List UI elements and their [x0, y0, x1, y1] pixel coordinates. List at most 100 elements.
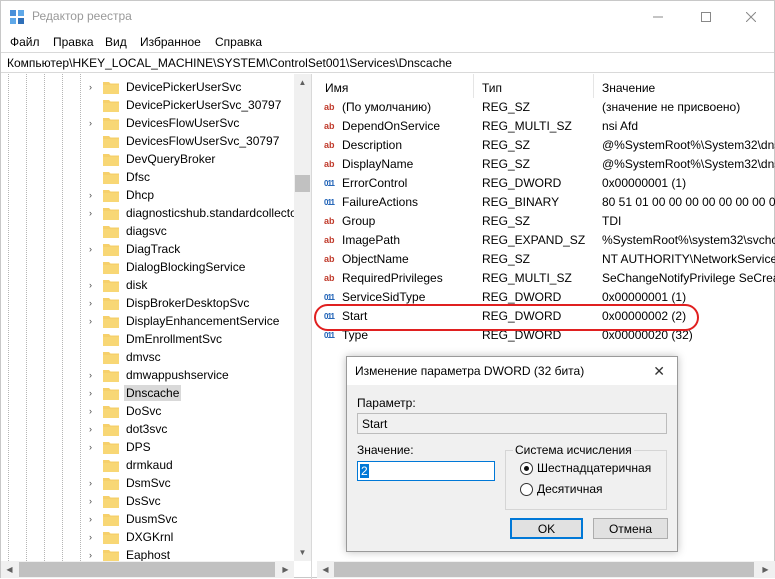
chevron-right-icon[interactable]: › [89, 82, 99, 92]
tree-item[interactable]: › DXGKrnl [89, 528, 175, 546]
column-header-type[interactable]: Тип [474, 74, 594, 98]
chevron-right-icon[interactable]: › [89, 370, 99, 380]
tree-item[interactable]: › dot3svc [89, 420, 169, 438]
ok-button[interactable]: OK [510, 518, 583, 539]
tree-item[interactable]: › DevicePickerUserSvc [89, 78, 243, 96]
tree-item[interactable]: › Dnscache [89, 384, 182, 402]
chevron-right-icon[interactable]: › [89, 478, 99, 488]
minimize-button[interactable] [635, 1, 681, 32]
tree-item[interactable]: dmvsc [89, 348, 163, 366]
chevron-right-icon[interactable]: › [89, 532, 99, 542]
value-row[interactable]: ab RequiredPrivileges REG_MULTI_SZ SeChange… [317, 269, 775, 288]
tree-horizontal-scrollbar[interactable]: ◀ ▶ [1, 561, 294, 578]
scroll-left-icon[interactable]: ◀ [1, 561, 18, 578]
tree-item-label: DevQueryBroker [126, 152, 216, 166]
scroll-up-icon[interactable]: ▲ [294, 74, 311, 91]
scroll-thumb[interactable] [334, 562, 754, 577]
value-input[interactable]: 2 [357, 461, 495, 481]
tree-item[interactable]: › DevicesFlowUserSvc [89, 114, 241, 132]
chevron-right-icon[interactable] [89, 460, 99, 470]
value-row[interactable]: 011 ErrorControl REG_DWORD 0x00000001 (1) [317, 174, 775, 193]
value-row[interactable]: ab Group REG_SZ TDI [317, 212, 775, 231]
menu-favorites[interactable]: Избранное [140, 35, 201, 49]
column-header-name[interactable]: Имя [317, 74, 474, 98]
tree-item[interactable]: diagsvc [89, 222, 169, 240]
value-row[interactable]: ab (По умолчанию) REG_SZ (значение не присв… [317, 98, 775, 117]
tree-item[interactable]: › Dhcp [89, 186, 156, 204]
chevron-right-icon[interactable]: › [89, 208, 99, 218]
chevron-right-icon[interactable] [89, 352, 99, 362]
values-horizontal-scrollbar[interactable]: ◀ ▶ [317, 561, 775, 578]
tree-item[interactable]: › DusmSvc [89, 510, 179, 528]
chevron-right-icon[interactable]: › [89, 550, 99, 560]
menu-help[interactable]: Справка [215, 35, 262, 49]
tree-item[interactable]: DialogBlockingService [89, 258, 247, 276]
chevron-right-icon[interactable]: › [89, 118, 99, 128]
chevron-right-icon[interactable]: › [89, 244, 99, 254]
chevron-right-icon[interactable] [89, 154, 99, 164]
value-row[interactable]: ab DependOnService REG_MULTI_SZ nsi Afd [317, 117, 775, 136]
tree-item[interactable]: › DPS [89, 438, 153, 456]
chevron-right-icon[interactable]: › [89, 442, 99, 452]
tree-item[interactable]: DevQueryBroker [89, 150, 217, 168]
tree-item[interactable]: › dmwappushservice [89, 366, 231, 384]
value-row[interactable]: ab ImagePath REG_EXPAND_SZ %SystemRoot%\sys… [317, 231, 775, 250]
tree-item[interactable]: DevicesFlowUserSvc_30797 [89, 132, 281, 150]
tree-item[interactable]: › DsSvc [89, 492, 163, 510]
maximize-button[interactable] [683, 1, 729, 32]
chevron-right-icon[interactable] [89, 100, 99, 110]
tree-item[interactable]: DevicePickerUserSvc_30797 [89, 96, 283, 114]
chevron-right-icon[interactable]: › [89, 298, 99, 308]
value-row[interactable]: ab DisplayName REG_SZ @%SystemRoot%\System3… [317, 155, 775, 174]
tree-item[interactable]: › disk [89, 276, 149, 294]
chevron-right-icon[interactable] [89, 226, 99, 236]
column-header-value[interactable]: Значение [594, 74, 775, 98]
chevron-right-icon[interactable] [89, 136, 99, 146]
chevron-right-icon[interactable]: › [89, 280, 99, 290]
scroll-thumb[interactable] [19, 562, 275, 577]
chevron-right-icon[interactable]: › [89, 388, 99, 398]
value-type: REG_MULTI_SZ [482, 119, 572, 133]
address-bar[interactable]: Компьютер\HKEY_LOCAL_MACHINE\SYSTEM\Cont… [1, 52, 774, 73]
tree-item[interactable]: › diagnosticshub.standardcollecto [89, 204, 299, 222]
tree-item[interactable]: › DoSvc [89, 402, 163, 420]
chevron-right-icon[interactable] [89, 262, 99, 272]
tree-item[interactable]: Dfsc [89, 168, 152, 186]
value-row[interactable]: ab Description REG_SZ @%SystemRoot%\System3… [317, 136, 775, 155]
value-row[interactable]: 011 FailureActions REG_BINARY 80 51 01 00 0… [317, 193, 775, 212]
tree-item[interactable]: › DsmSvc [89, 474, 173, 492]
chevron-right-icon[interactable]: › [89, 496, 99, 506]
chevron-right-icon[interactable]: › [89, 406, 99, 416]
tree-item[interactable]: › DispBrokerDesktopSvc [89, 294, 251, 312]
radio-decimal[interactable]: Десятичная [520, 482, 603, 496]
scroll-right-icon[interactable]: ▶ [277, 561, 294, 578]
menu-file[interactable]: Файл [10, 35, 40, 49]
scroll-down-icon[interactable]: ▼ [294, 544, 311, 561]
chevron-right-icon[interactable]: › [89, 514, 99, 524]
dialog-title-bar: Изменение параметра DWORD (32 бита) ✕ [347, 357, 677, 385]
close-button[interactable] [728, 1, 774, 32]
menu-view[interactable]: Вид [105, 35, 127, 49]
tree-item[interactable]: drmkaud [89, 456, 175, 474]
radio-hex[interactable]: Шестнадцатеричная [520, 461, 651, 475]
chevron-right-icon[interactable]: › [89, 424, 99, 434]
chevron-right-icon[interactable] [89, 172, 99, 182]
tree-item-label: DsSvc [126, 494, 161, 508]
tree-guide-line [80, 74, 81, 561]
chevron-right-icon[interactable] [89, 334, 99, 344]
dialog-close-icon[interactable]: ✕ [653, 363, 665, 380]
chevron-right-icon[interactable]: › [89, 190, 99, 200]
tree-item[interactable]: › DisplayEnhancementService [89, 312, 281, 330]
scroll-right-icon[interactable]: ▶ [757, 561, 774, 578]
chevron-right-icon[interactable]: › [89, 316, 99, 326]
tree-item[interactable]: DmEnrollmentSvc [89, 330, 224, 348]
value-data: TDI [602, 214, 622, 228]
radio-decimal-label: Десятичная [537, 482, 603, 496]
tree-vertical-scrollbar[interactable]: ▲ ▼ [294, 74, 311, 561]
scroll-left-icon[interactable]: ◀ [317, 561, 334, 578]
cancel-button[interactable]: Отмена [593, 518, 668, 539]
tree-item[interactable]: › DiagTrack [89, 240, 182, 258]
value-row[interactable]: ab ObjectName REG_SZ NT AUTHORITY\NetworkSe… [317, 250, 775, 269]
menu-edit[interactable]: Правка [53, 35, 94, 49]
scroll-thumb[interactable] [295, 175, 310, 192]
